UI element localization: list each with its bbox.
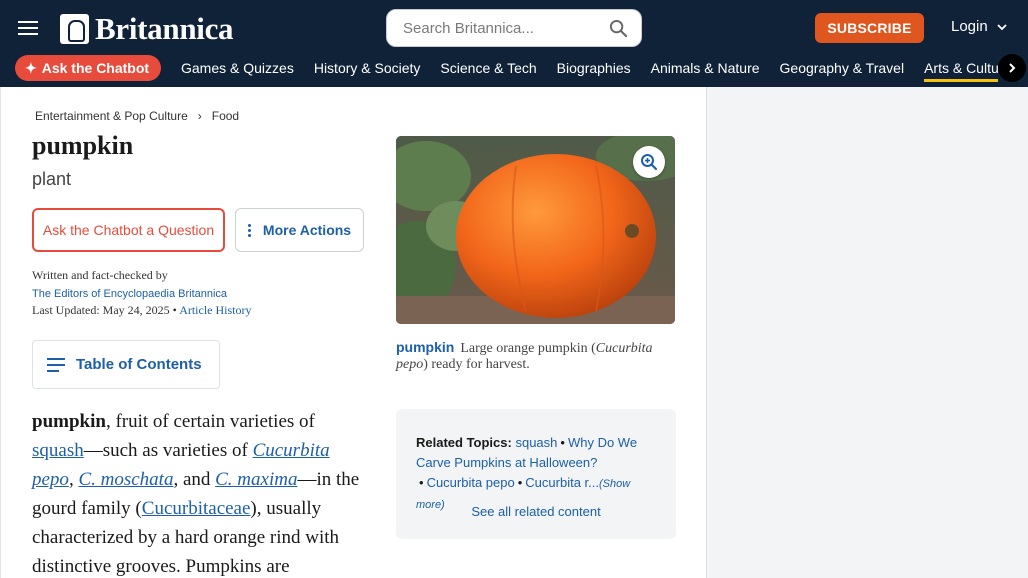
chevron-right-icon	[1009, 63, 1016, 73]
page-title: pumpkin	[32, 131, 134, 160]
article-body: pumpkin, fruit of certain varieties of s…	[32, 407, 368, 578]
breadcrumb-item[interactable]: Food	[212, 109, 239, 123]
chevron-right-icon: ›	[197, 109, 202, 123]
nav-link-games-quizzes[interactable]: Games & Quizzes	[181, 60, 294, 76]
toc-label: Table of Contents	[76, 356, 202, 373]
ask-chatbot-question-button[interactable]: Ask the Chatbot a Question	[32, 208, 225, 252]
related-topics-box: Related Topics: squash • Why Do We Carve P…	[396, 409, 676, 539]
sparkle-icon: ✦	[25, 59, 37, 76]
page-subtitle: plant	[32, 169, 72, 189]
nav-scroll-right-button[interactable]	[998, 54, 1026, 82]
lead-term: pumpkin	[32, 411, 106, 432]
bullet-separator: •	[560, 435, 565, 450]
subscribe-button[interactable]: SUBSCRIBE	[815, 13, 924, 43]
nav-link-animals-nature[interactable]: Animals & Nature	[651, 60, 760, 76]
top-header: Britannica SUBSCRIBE Login ✦ Ask the Cha…	[0, 0, 1028, 87]
left-border	[0, 87, 1, 578]
britannica-thistle-icon	[60, 14, 89, 44]
table-of-contents-button[interactable]: Table of Contents	[32, 340, 220, 389]
body-text: ,	[68, 469, 79, 490]
search-input[interactable]	[403, 18, 603, 38]
nav-link-arts-culture[interactable]: Arts & Culture	[924, 60, 998, 82]
britannica-logo[interactable]: Britannica	[60, 11, 234, 46]
related-topic-link[interactable]: Cucurbita r...	[525, 475, 599, 490]
caption-title[interactable]: pumpkin	[396, 339, 454, 355]
breadcrumb: Entertainment & Pop Culture › Food	[35, 109, 239, 123]
nav-link-history-society[interactable]: History & Society	[314, 60, 421, 76]
breadcrumb-item[interactable]: Entertainment & Pop Culture	[35, 109, 188, 123]
caption-text: Large orange pumpkin (	[460, 341, 596, 356]
authors-link[interactable]: The Editors of Encyclopaedia Britannica	[32, 288, 227, 300]
bullet-separator: •	[517, 475, 523, 490]
related-topic-link[interactable]: Cucurbita pepo	[427, 475, 515, 490]
moschata-link[interactable]: C. moschata	[78, 469, 173, 490]
written-by-label: Written and fact-checked by	[32, 268, 168, 282]
nav-link-biographies[interactable]: Biographies	[557, 60, 631, 76]
column-divider	[706, 87, 707, 578]
right-sidebar	[707, 87, 1028, 578]
maxima-link[interactable]: C. maxima	[215, 469, 297, 490]
logo-text: Britannica	[95, 11, 234, 46]
body-text: , fruit of certain varieties of	[105, 411, 315, 432]
image-caption: pumpkin Large orange pumpkin (Cucurbita p…	[396, 339, 678, 373]
search-icon[interactable]	[609, 19, 628, 38]
nav-link-science-tech[interactable]: Science & Tech	[440, 60, 536, 76]
cucurbitaceae-link[interactable]: Cucurbitaceae	[142, 498, 251, 519]
body-text: , and	[173, 469, 216, 490]
login-label: Login	[951, 18, 988, 35]
ask-chatbot-nav-button[interactable]: ✦ Ask the Chatbot	[15, 55, 161, 81]
zoom-image-button[interactable]	[633, 146, 665, 178]
login-button[interactable]: Login	[951, 18, 1008, 35]
zoom-in-icon	[641, 154, 658, 171]
nav-link-geography-travel[interactable]: Geography & Travel	[780, 60, 905, 76]
menu-icon[interactable]	[18, 18, 38, 38]
chevron-down-icon	[997, 23, 1007, 30]
caption-text: ) ready for harvest.	[423, 357, 530, 372]
category-nav: Games & Quizzes History & Society Science …	[168, 55, 998, 85]
more-actions-label: More Actions	[262, 222, 352, 238]
search-box[interactable]	[386, 9, 642, 47]
list-icon	[47, 357, 65, 372]
article-history-link[interactable]: Article History	[179, 303, 251, 317]
more-actions-button[interactable]: More Actions	[235, 208, 364, 252]
last-updated-text: Last Updated: May 24, 2025 •	[32, 303, 177, 317]
related-topic-link[interactable]: squash	[515, 435, 557, 450]
authors-line: The Editors of Encyclopaedia Britannica	[32, 286, 227, 301]
last-updated-line: Last Updated: May 24, 2025 • Article His…	[32, 303, 252, 318]
bullet-separator: •	[419, 475, 424, 490]
more-vertical-icon	[247, 223, 251, 238]
body-text: —such as varieties of	[83, 440, 253, 461]
squash-link[interactable]: squash	[32, 440, 84, 461]
related-topics-label: Related Topics:	[416, 435, 512, 450]
chatbot-label: Ask the Chatbot	[41, 60, 150, 76]
see-all-related-link[interactable]: See all related content	[396, 502, 676, 522]
